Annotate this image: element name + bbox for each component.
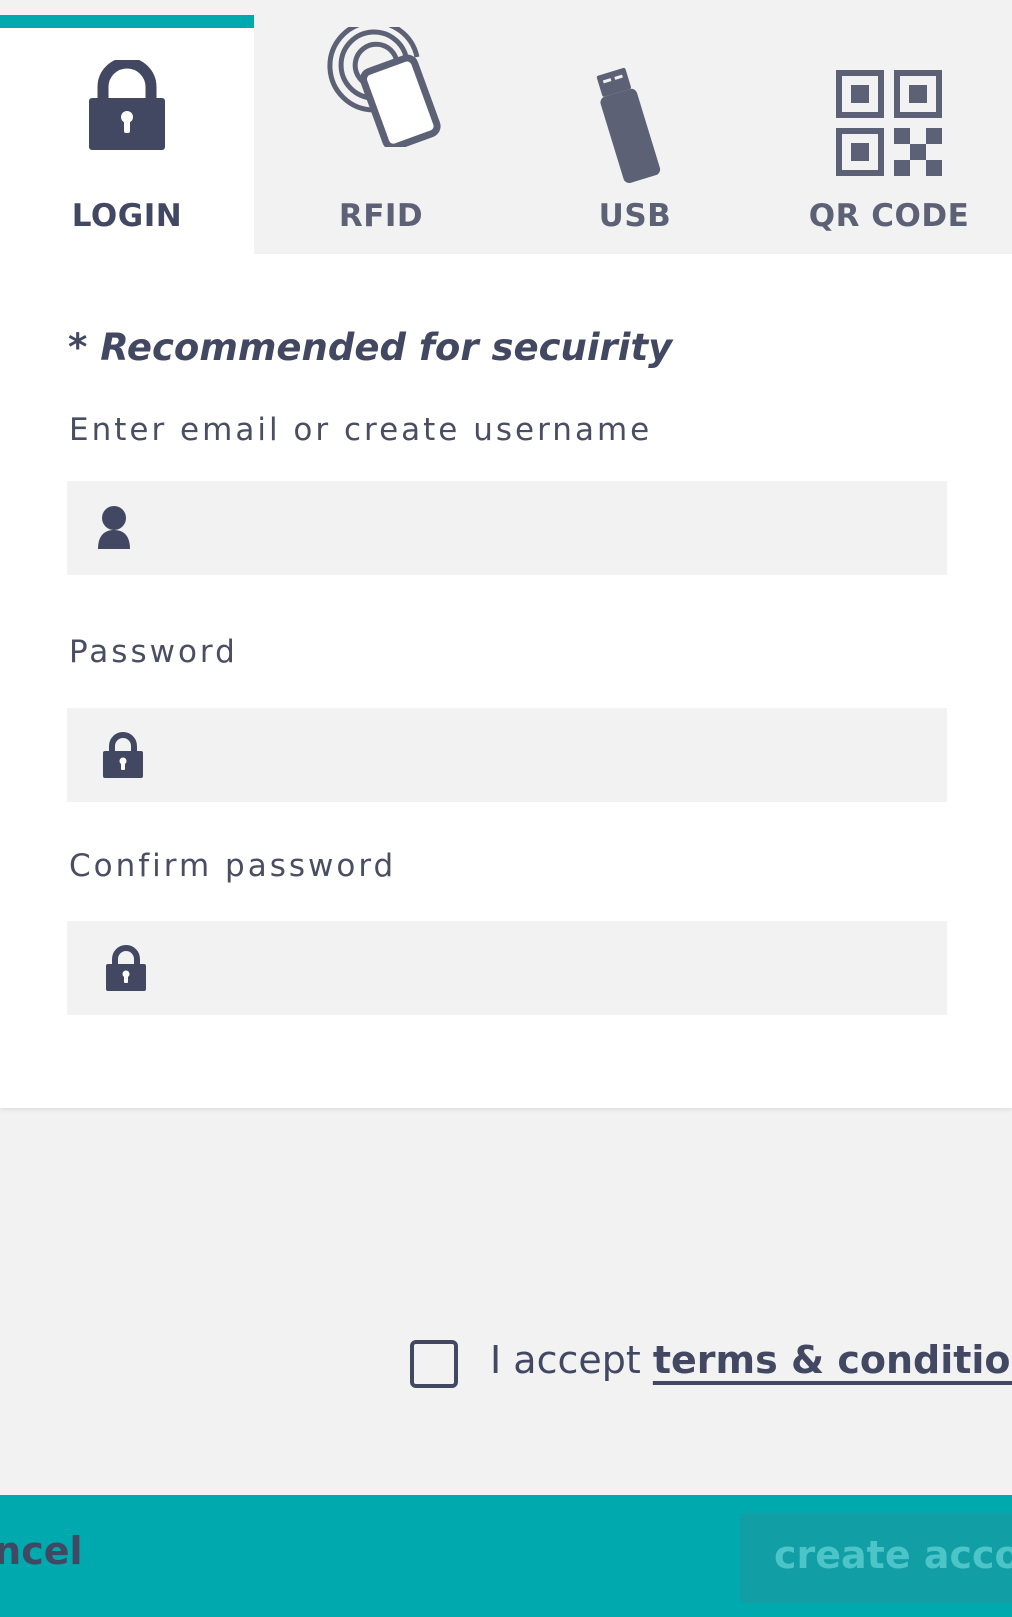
create-account-button[interactable]: create account [740, 1513, 1012, 1603]
padlock-icon [106, 945, 146, 995]
terms-checkbox[interactable] [410, 1340, 458, 1388]
terms-text: I accept terms & conditions [490, 1338, 1012, 1382]
confirm-password-input[interactable] [177, 921, 921, 1017]
tab-usb[interactable]: USB [508, 15, 762, 255]
action-bar: cancel create account [0, 1495, 1012, 1617]
terms-link[interactable]: terms & conditions [653, 1338, 1012, 1382]
tab-rfid-label: RFID [338, 198, 424, 234]
cancel-button[interactable]: cancel [0, 1529, 83, 1573]
username-label: Enter email or create username [69, 412, 653, 448]
usb-stick-icon [508, 65, 762, 200]
user-icon [97, 505, 131, 553]
tab-qr-code-label: QR CODE [808, 198, 970, 234]
username-field [67, 481, 947, 577]
login-method-tabs: LOGIN RFID USB QR CODE [0, 15, 1012, 255]
tab-login[interactable]: LOGIN [0, 15, 254, 255]
padlock-icon [103, 732, 143, 782]
recommended-note: * Recommended for secuirity [68, 326, 673, 369]
login-form-card: * Recommended for secuirity Enter email … [0, 254, 1012, 1108]
tab-qr-code[interactable]: QR CODE [762, 15, 1012, 255]
username-input[interactable] [177, 481, 921, 577]
create-account-label: create account [774, 1533, 1012, 1577]
confirm-password-label: Confirm password [69, 848, 397, 884]
padlock-icon [0, 60, 254, 195]
tab-rfid[interactable]: RFID [254, 15, 508, 255]
terms-prefix: I accept [490, 1338, 653, 1382]
qr-code-icon [762, 70, 1012, 205]
password-input[interactable] [177, 708, 921, 804]
password-field [67, 708, 947, 804]
confirm-password-field [67, 921, 947, 1017]
tab-login-label: LOGIN [71, 198, 183, 234]
password-label: Password [69, 634, 238, 670]
tab-usb-label: USB [598, 198, 672, 234]
rfid-card-icon [254, 27, 508, 162]
